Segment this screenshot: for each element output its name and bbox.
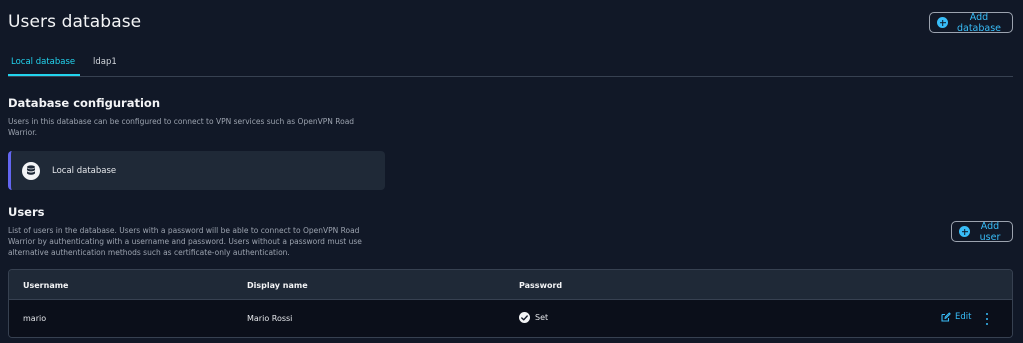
add-database-button[interactable]: Add database — [929, 11, 1013, 34]
users-description: List of users in the database. Users wit… — [8, 225, 362, 258]
config-desc-line-1: Users in this database can be configured… — [8, 117, 355, 126]
add-user-button[interactable]: Add user — [951, 220, 1013, 243]
users-desc-line-1: List of users in the database. Users wit… — [8, 226, 360, 235]
users-table: Username Display name Password mario Mar… — [8, 269, 1013, 338]
check-circle-icon — [519, 312, 530, 323]
page-title: Users database — [8, 12, 142, 32]
cell-display-name: Mario Rossi — [247, 314, 293, 323]
add-user-label: Add user — [979, 220, 1001, 243]
database-configuration-description: Users in this database can be configured… — [8, 116, 354, 138]
kebab-menu-icon[interactable] — [983, 312, 991, 326]
table-header: Username Display name Password — [9, 270, 1012, 300]
kebab-dot — [985, 322, 989, 325]
active-tab-indicator — [8, 74, 80, 76]
users-database-page: Users database Add database Local databa… — [0, 0, 1023, 343]
database-configuration-title: Database configuration — [8, 96, 161, 110]
cell-password: Set — [519, 312, 548, 323]
local-database-card-label: Local database — [52, 165, 117, 176]
tab-ldap1[interactable]: ldap1 — [93, 57, 117, 67]
plus-circle-icon — [937, 17, 948, 28]
kebab-dot — [985, 317, 989, 321]
header-username[interactable]: Username — [23, 281, 68, 290]
users-title: Users — [8, 205, 45, 219]
edit-label: Edit — [955, 312, 972, 322]
tab-local-database[interactable]: Local database — [11, 57, 75, 67]
header-display-name[interactable]: Display name — [247, 281, 308, 290]
edit-button[interactable]: Edit — [941, 312, 971, 322]
database-icon — [22, 161, 40, 180]
kebab-dot — [985, 313, 989, 316]
header-password[interactable]: Password — [519, 281, 562, 290]
config-desc-line-2: Warrior. — [8, 128, 38, 137]
users-desc-line-3: alternative authentication methods such … — [8, 248, 290, 257]
tab-bar: Local database ldap1 — [8, 50, 1013, 77]
add-database-label: Add database — [956, 11, 1002, 34]
local-database-card: Local database — [8, 151, 385, 190]
plus-circle-icon — [959, 226, 970, 237]
edit-icon — [941, 312, 951, 322]
users-desc-line-2: Warrior by authenticating with a usernam… — [8, 237, 362, 246]
cell-username: mario — [23, 314, 47, 323]
password-status: Set — [535, 313, 549, 322]
table-row: mario Mario Rossi Set Edit — [9, 300, 1012, 337]
